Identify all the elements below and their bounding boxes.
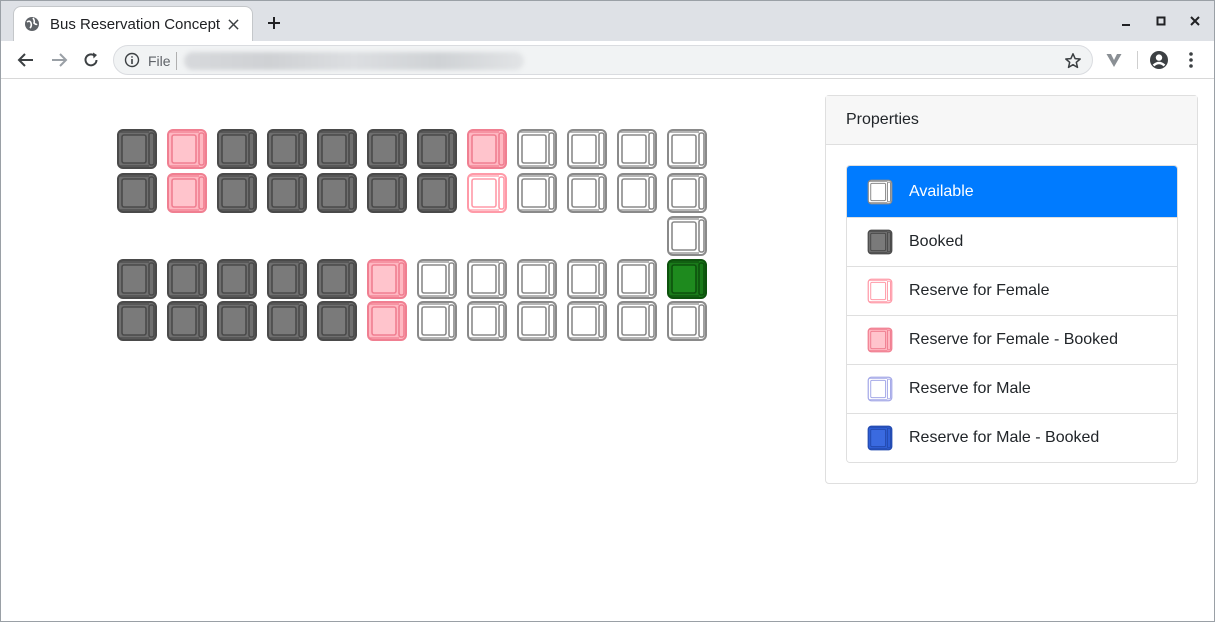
property-label: Reserve for Male <box>909 380 1031 397</box>
properties-list: Available Booked Reserve for Female Rese… <box>846 165 1178 463</box>
seat-2-1[interactable] <box>116 172 158 214</box>
seat-4-3[interactable] <box>216 258 258 300</box>
seat-5-2[interactable] <box>166 300 208 342</box>
seat-1-7[interactable] <box>416 128 458 170</box>
seat-2-12[interactable] <box>666 172 708 214</box>
seat-map <box>1 79 801 479</box>
minimize-icon[interactable] <box>1116 11 1136 31</box>
seat-icon <box>867 327 893 353</box>
close-window-icon[interactable] <box>1185 11 1205 31</box>
new-tab-icon[interactable] <box>264 13 284 33</box>
seat-2-7[interactable] <box>416 172 458 214</box>
seat-5-4[interactable] <box>266 300 308 342</box>
seat-2-5[interactable] <box>316 172 358 214</box>
seat-1-10[interactable] <box>566 128 608 170</box>
seat-1-6[interactable] <box>366 128 408 170</box>
property-item-reserve-male[interactable]: Reserve for Male <box>847 364 1177 413</box>
seat-5-10[interactable] <box>566 300 608 342</box>
seat-4-6[interactable] <box>366 258 408 300</box>
browser-toolbar: File <box>1 41 1214 79</box>
forward-arrow-icon[interactable] <box>48 49 70 71</box>
seat-1-2[interactable] <box>166 128 208 170</box>
address-separator <box>176 52 177 70</box>
seat-1-5[interactable] <box>316 128 358 170</box>
property-label: Available <box>909 182 974 200</box>
property-label: Reserve for Male - Booked <box>909 429 1100 446</box>
seat-2-4[interactable] <box>266 172 308 214</box>
seat-2-10[interactable] <box>566 172 608 214</box>
seat-5-5[interactable] <box>316 300 358 342</box>
seat-icon <box>867 229 893 255</box>
seat-icon <box>867 179 893 205</box>
globe-icon <box>24 16 40 32</box>
back-arrow-icon[interactable] <box>15 49 37 71</box>
seat-5-9[interactable] <box>516 300 558 342</box>
browser-tab[interactable]: Bus Reservation Concept <box>13 6 253 41</box>
seat-4-9[interactable] <box>516 258 558 300</box>
url-scheme-label: File <box>148 53 171 69</box>
properties-card: Properties Available Booked Reserve for … <box>825 95 1198 484</box>
profile-avatar-icon[interactable] <box>1149 50 1169 70</box>
property-label: Reserve for Female - Booked <box>909 331 1118 348</box>
bookmark-star-icon[interactable] <box>1064 52 1082 70</box>
seat-2-9[interactable] <box>516 172 558 214</box>
seat-2-8[interactable] <box>466 172 508 214</box>
browser-window: Bus Reservation Concept File Properties … <box>0 0 1215 622</box>
seat-4-10[interactable] <box>566 258 608 300</box>
seat-4-7[interactable] <box>416 258 458 300</box>
maximize-icon[interactable] <box>1151 11 1171 31</box>
seat-icon <box>867 376 893 402</box>
seat-4-2[interactable] <box>166 258 208 300</box>
seat-1-12[interactable] <box>666 128 708 170</box>
address-bar[interactable]: File <box>113 45 1093 75</box>
menu-kebab-icon[interactable] <box>1181 50 1201 70</box>
seat-2-11[interactable] <box>616 172 658 214</box>
seat-5-1[interactable] <box>116 300 158 342</box>
info-icon[interactable] <box>124 52 140 68</box>
seat-1-3[interactable] <box>216 128 258 170</box>
property-label: Booked <box>909 233 964 250</box>
blurred-url <box>184 52 524 70</box>
property-item-reserve-female-booked[interactable]: Reserve for Female - Booked <box>847 315 1177 364</box>
seat-5-12[interactable] <box>666 300 708 342</box>
seat-4-4[interactable] <box>266 258 308 300</box>
seat-2-6[interactable] <box>366 172 408 214</box>
seat-5-6[interactable] <box>366 300 408 342</box>
property-item-reserve-male-booked[interactable]: Reserve for Male - Booked <box>847 413 1177 462</box>
seat-3-12[interactable] <box>666 215 708 257</box>
seat-1-4[interactable] <box>266 128 308 170</box>
property-item-reserve-female[interactable]: Reserve for Female <box>847 266 1177 315</box>
seat-1-11[interactable] <box>616 128 658 170</box>
properties-title: Properties <box>826 96 1197 145</box>
extension-icon[interactable] <box>1104 50 1124 70</box>
seat-2-2[interactable] <box>166 172 208 214</box>
property-item-available[interactable]: Available <box>847 166 1177 217</box>
reload-icon[interactable] <box>80 49 102 71</box>
seat-1-1[interactable] <box>116 128 158 170</box>
seat-4-1[interactable] <box>116 258 158 300</box>
property-label: Reserve for Female <box>909 282 1050 299</box>
page-content: Properties Available Booked Reserve for … <box>1 79 1214 621</box>
tab-strip: Bus Reservation Concept <box>1 1 1214 41</box>
seat-1-8[interactable] <box>466 128 508 170</box>
seat-4-5[interactable] <box>316 258 358 300</box>
seat-2-3[interactable] <box>216 172 258 214</box>
seat-icon <box>867 278 893 304</box>
seat-icon <box>867 425 893 451</box>
seat-5-11[interactable] <box>616 300 658 342</box>
seat-1-9[interactable] <box>516 128 558 170</box>
toolbar-separator <box>1137 51 1138 69</box>
seat-5-3[interactable] <box>216 300 258 342</box>
seat-4-11[interactable] <box>616 258 658 300</box>
seat-4-12[interactable] <box>666 258 708 300</box>
seat-4-8[interactable] <box>466 258 508 300</box>
seat-5-7[interactable] <box>416 300 458 342</box>
seat-5-8[interactable] <box>466 300 508 342</box>
tab-title: Bus Reservation Concept <box>50 15 221 33</box>
property-item-booked[interactable]: Booked <box>847 217 1177 266</box>
close-tab-icon[interactable] <box>224 15 242 33</box>
